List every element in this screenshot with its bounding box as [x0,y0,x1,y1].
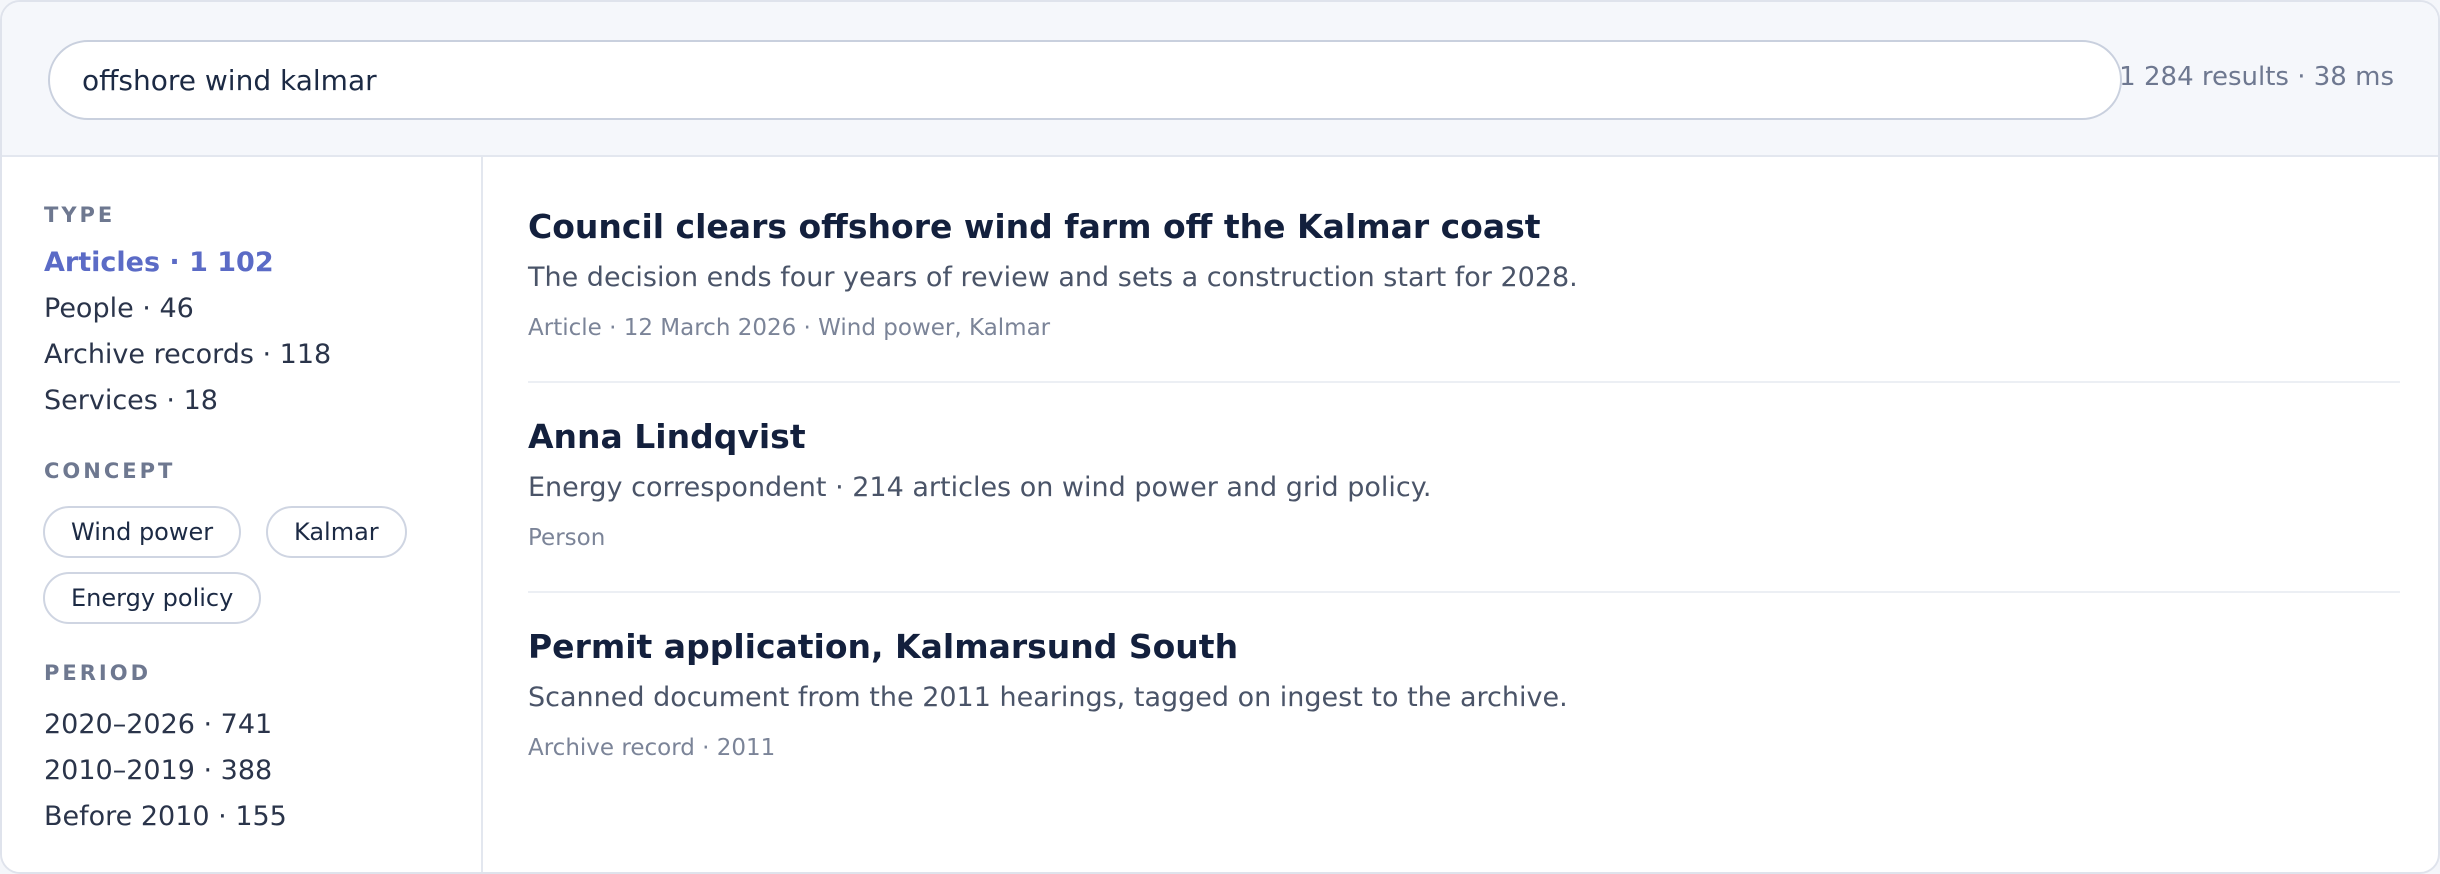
results-list: Council clears offshore wind farm off th… [485,157,2438,872]
result-summary: 1 284 results · 38 ms [2119,62,2394,92]
result-snippet: Energy correspondent · 214 articles on w… [528,472,1432,503]
result-meta: Article · 12 March 2026 · Wind power, Ka… [528,315,1051,341]
search-box[interactable] [48,40,2122,120]
result-item: Permit application, Kalmarsund South Sca… [528,627,2400,777]
result-title[interactable]: Council clears offshore wind farm off th… [528,207,2400,246]
facet-heading-period: PERIOD [44,661,152,685]
facet-sidebar: TYPE Articles · 1 102 People · 46 Archiv… [2,157,483,872]
facet-item-people[interactable]: People · 46 [44,293,194,324]
facet-item-period-2010-2019[interactable]: 2010–2019 · 388 [44,755,272,786]
search-page: 1 284 results · 38 ms TYPE Articles · 1 … [0,0,2440,874]
facet-heading-concept: CONCEPT [44,459,176,483]
result-divider [528,381,2400,383]
facet-item-archive-records[interactable]: Archive records · 118 [44,339,331,370]
concept-chip-energy-policy[interactable]: Energy policy [43,572,262,624]
concept-chip-wind-power[interactable]: Wind power [43,506,242,558]
concept-chip-kalmar[interactable]: Kalmar [266,506,407,558]
facet-item-period-2020-2026[interactable]: 2020–2026 · 741 [44,709,272,740]
facet-item-period-before-2010[interactable]: Before 2010 · 155 [44,801,287,832]
result-title[interactable]: Anna Lindqvist [528,417,2400,456]
result-snippet: Scanned document from the 2011 hearings,… [528,682,1568,713]
result-meta: Archive record · 2011 [528,735,776,761]
facet-item-articles[interactable]: Articles · 1 102 [44,247,274,278]
result-title[interactable]: Permit application, Kalmarsund South [528,627,2400,666]
facet-heading-type: TYPE [44,203,116,227]
result-meta: Person [528,525,606,551]
result-item: Anna Lindqvist Energy correspondent · 21… [528,417,2400,567]
search-header: 1 284 results · 38 ms [2,2,2438,157]
result-item: Council clears offshore wind farm off th… [528,207,2400,357]
search-input[interactable] [82,42,2082,118]
result-snippet: The decision ends four years of review a… [528,262,1578,293]
facet-item-services[interactable]: Services · 18 [44,385,218,416]
result-divider [528,591,2400,593]
